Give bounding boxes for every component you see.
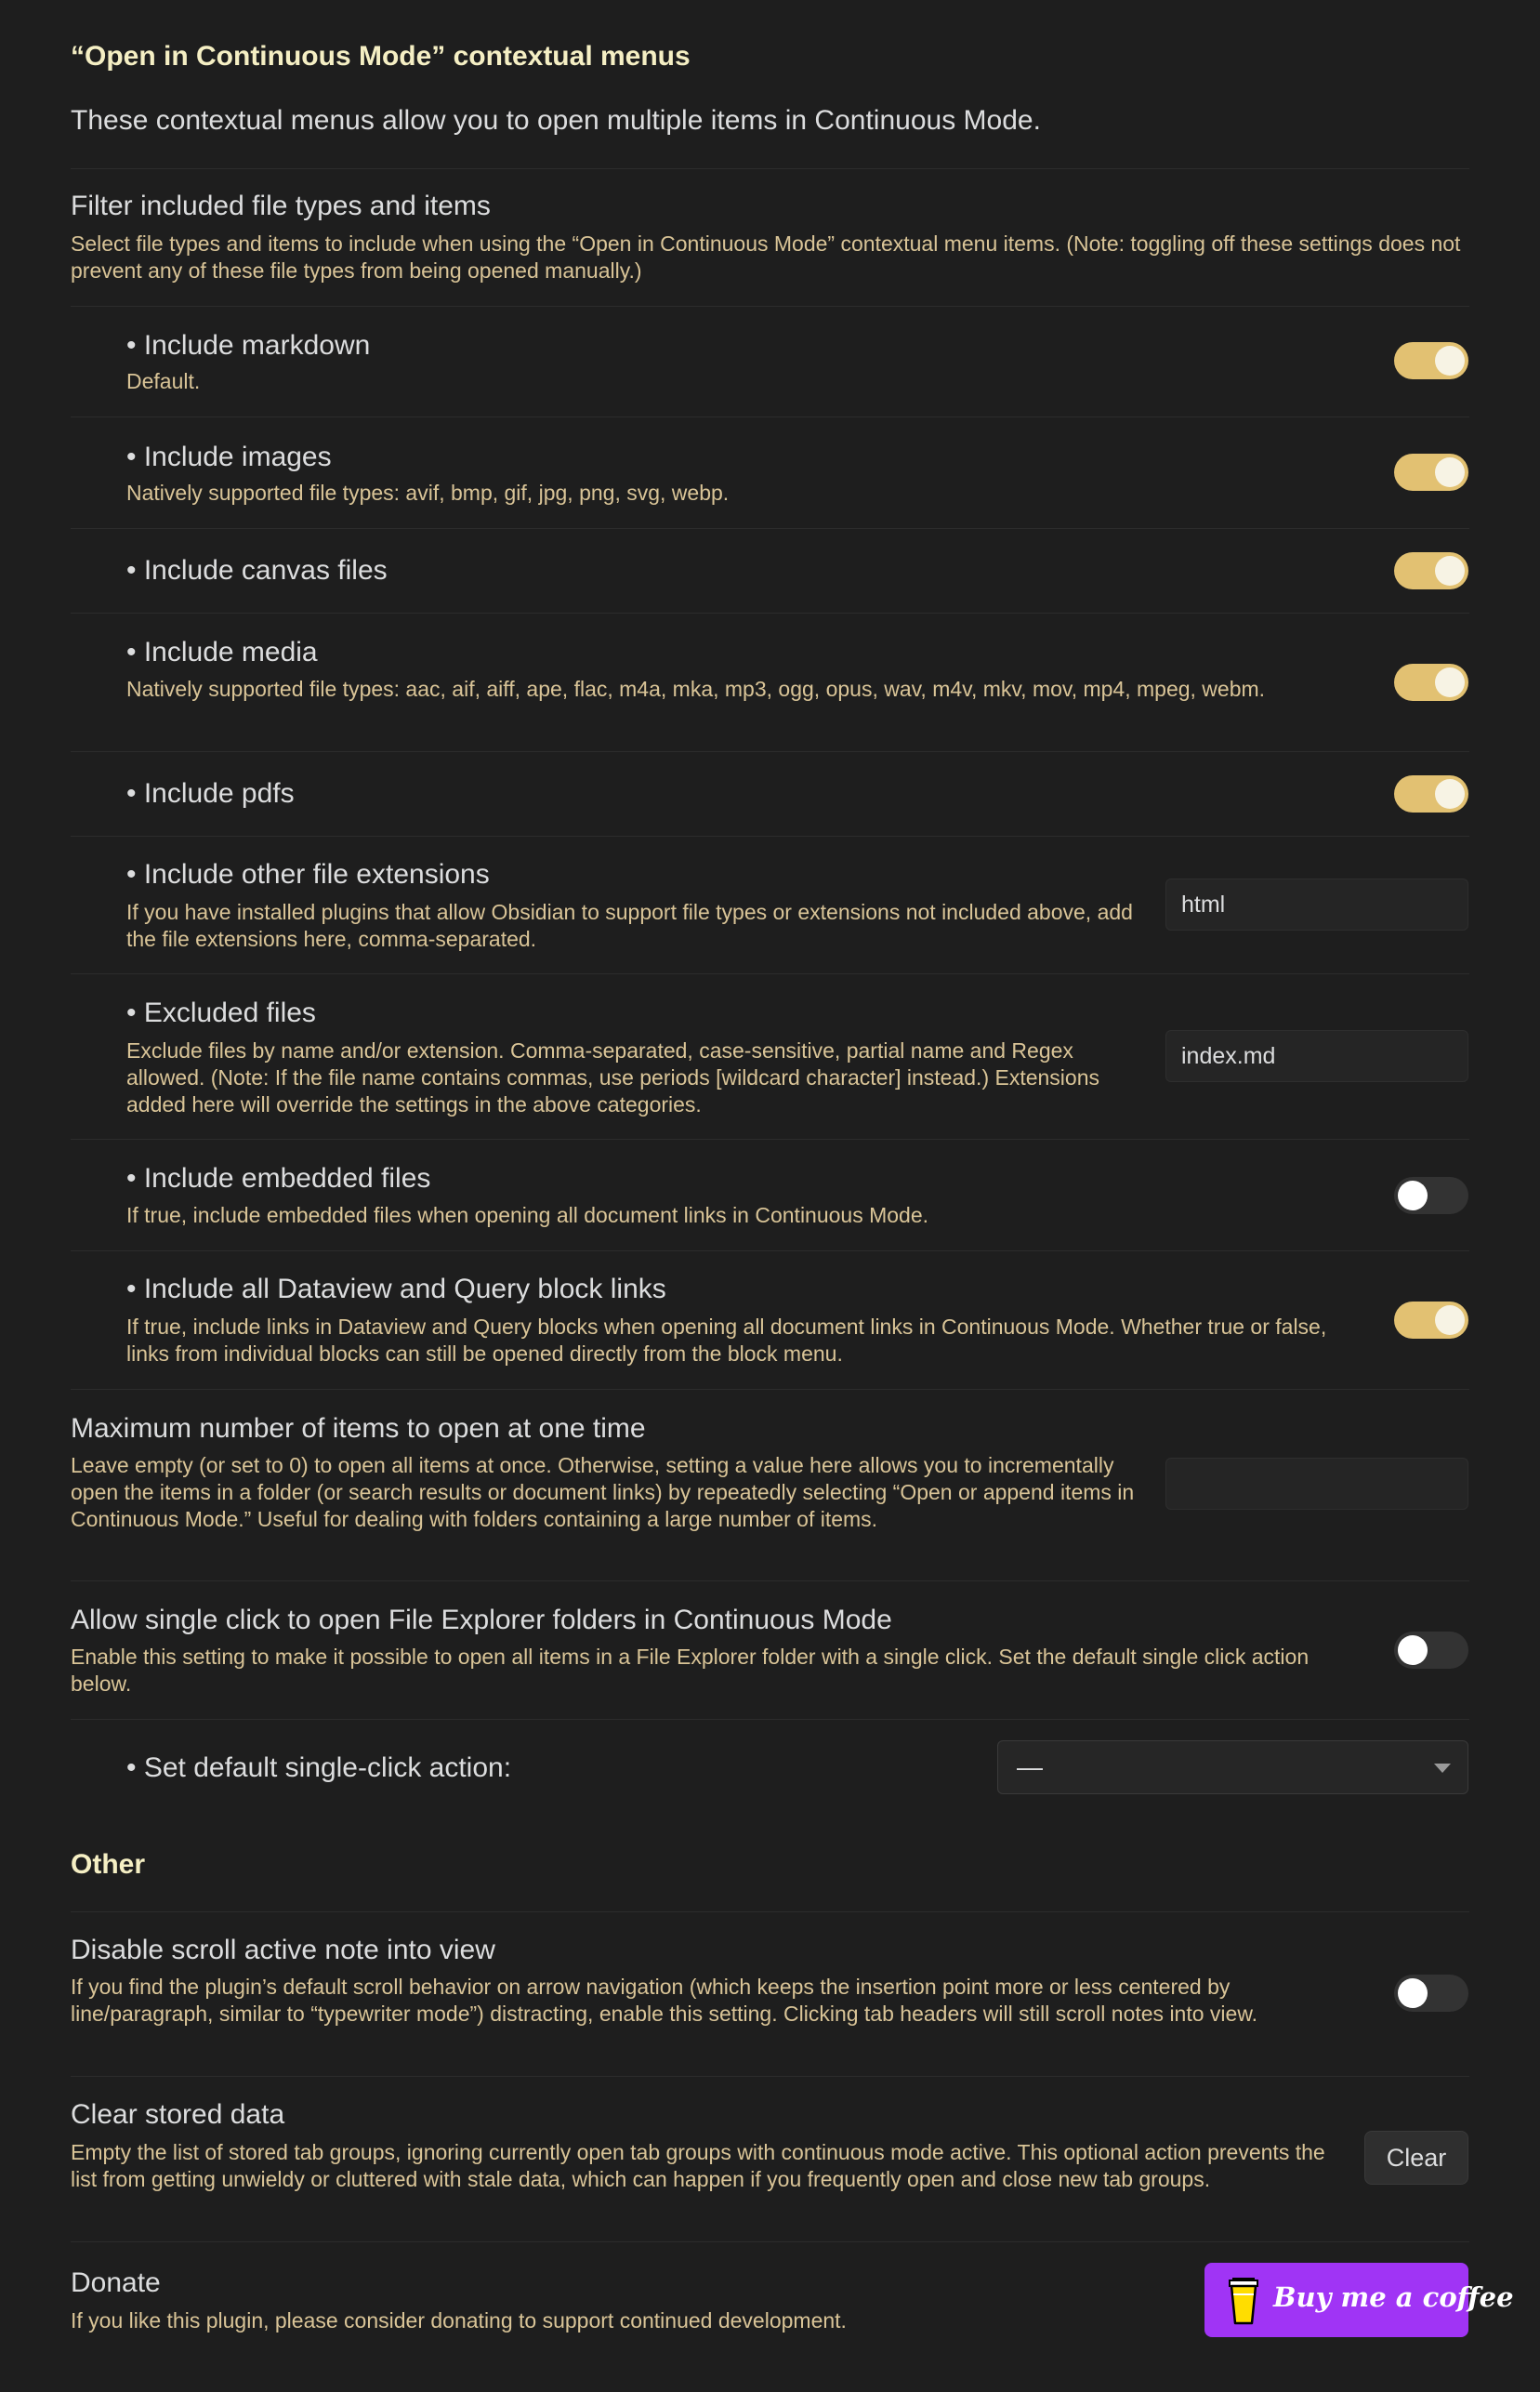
- max-items-description: Leave empty (or set to 0) to open all it…: [71, 1453, 1135, 1531]
- divider: [71, 1911, 1469, 1912]
- include-pdfs-title: • Include pdfs: [126, 778, 295, 809]
- filter-title: Filter included file types and items: [71, 191, 491, 221]
- divider: [71, 1389, 1469, 1390]
- divider: [71, 416, 1469, 417]
- coffee-cup-icon: [1229, 2278, 1258, 2325]
- include-media-toggle[interactable]: [1394, 664, 1468, 701]
- divider: [71, 1250, 1469, 1251]
- excluded-files-title: • Excluded files: [126, 998, 316, 1028]
- include-canvas-toggle[interactable]: [1394, 552, 1468, 589]
- include-other-extensions-title: • Include other file extensions: [126, 859, 490, 890]
- excluded-files-description: Exclude files by name and/or extension. …: [126, 1038, 1099, 1117]
- excluded-files-input[interactable]: index.md: [1165, 1030, 1468, 1082]
- default-action-selected: —: [1017, 1752, 1043, 1781]
- include-dataview-title: • Include all Dataview and Query block l…: [126, 1274, 666, 1304]
- include-other-extensions-description: If you have installed plugins that allow…: [126, 900, 1133, 951]
- divider: [71, 2076, 1469, 2077]
- donate-description: If you like this plugin, please consider…: [71, 2308, 847, 2333]
- divider: [71, 836, 1469, 837]
- filter-description: Select file types and items to include w…: [71, 231, 1461, 283]
- divider: [71, 306, 1469, 307]
- include-pdfs-toggle[interactable]: [1394, 775, 1468, 813]
- buy-me-a-coffee-label: Buy me a coffee: [1273, 2281, 1514, 2313]
- include-media-title: • Include media: [126, 637, 318, 667]
- section-intro: These contextual menus allow you to open…: [71, 105, 1041, 136]
- scroll-toggle[interactable]: [1394, 1975, 1468, 2012]
- section-heading: “Open in Continuous Mode” contextual men…: [71, 41, 691, 72]
- divider: [71, 2241, 1469, 2242]
- include-markdown-toggle[interactable]: [1394, 342, 1468, 379]
- include-markdown-title: • Include markdown: [126, 330, 371, 361]
- divider: [71, 973, 1469, 974]
- include-canvas-title: • Include canvas files: [126, 555, 388, 586]
- other-extensions-input[interactable]: html: [1165, 879, 1468, 931]
- include-images-description: Natively supported file types: avif, bmp…: [126, 481, 730, 505]
- include-embedded-description: If true, include embedded files when ope…: [126, 1203, 929, 1227]
- divider: [71, 528, 1469, 529]
- max-items-input[interactable]: [1165, 1458, 1468, 1510]
- other-heading: Other: [71, 1849, 146, 1880]
- include-dataview-description: If true, include links in Dataview and Q…: [126, 1315, 1327, 1366]
- clear-button[interactable]: Clear: [1364, 2131, 1468, 2185]
- default-action-title: • Set default single-click action:: [126, 1752, 512, 1783]
- include-media-description: Natively supported file types: aac, aif,…: [126, 677, 1266, 701]
- max-items-title: Maximum number of items to open at one t…: [71, 1413, 646, 1444]
- scroll-description: If you find the plugin’s default scroll …: [71, 1975, 1258, 2026]
- include-dataview-toggle[interactable]: [1394, 1302, 1468, 1339]
- clear-data-description: Empty the list of stored tab groups, ign…: [71, 2140, 1325, 2191]
- scroll-title: Disable scroll active note into view: [71, 1935, 495, 1965]
- divider: [71, 1580, 1469, 1581]
- include-markdown-description: Default.: [126, 369, 201, 393]
- default-action-select[interactable]: —: [997, 1740, 1468, 1794]
- buy-me-a-coffee-button[interactable]: Buy me a coffee: [1204, 2263, 1514, 2337]
- single-click-title: Allow single click to open File Explorer…: [71, 1605, 892, 1635]
- clear-data-title: Clear stored data: [71, 2099, 285, 2130]
- divider: [71, 1139, 1469, 1140]
- include-embedded-toggle[interactable]: [1394, 1177, 1468, 1214]
- single-click-description: Enable this setting to make it possible …: [71, 1645, 1310, 1696]
- include-images-title: • Include images: [126, 442, 332, 472]
- single-click-toggle[interactable]: [1394, 1632, 1468, 1669]
- divider: [71, 1719, 1469, 1720]
- donate-title: Donate: [71, 2267, 161, 2298]
- divider: [71, 168, 1469, 169]
- include-images-toggle[interactable]: [1394, 454, 1468, 491]
- chevron-down-icon: [1434, 1764, 1451, 1773]
- divider: [71, 751, 1469, 752]
- settings-page: “Open in Continuous Mode” contextual men…: [0, 0, 1540, 2392]
- include-embedded-title: • Include embedded files: [126, 1163, 431, 1194]
- divider: [71, 613, 1469, 614]
